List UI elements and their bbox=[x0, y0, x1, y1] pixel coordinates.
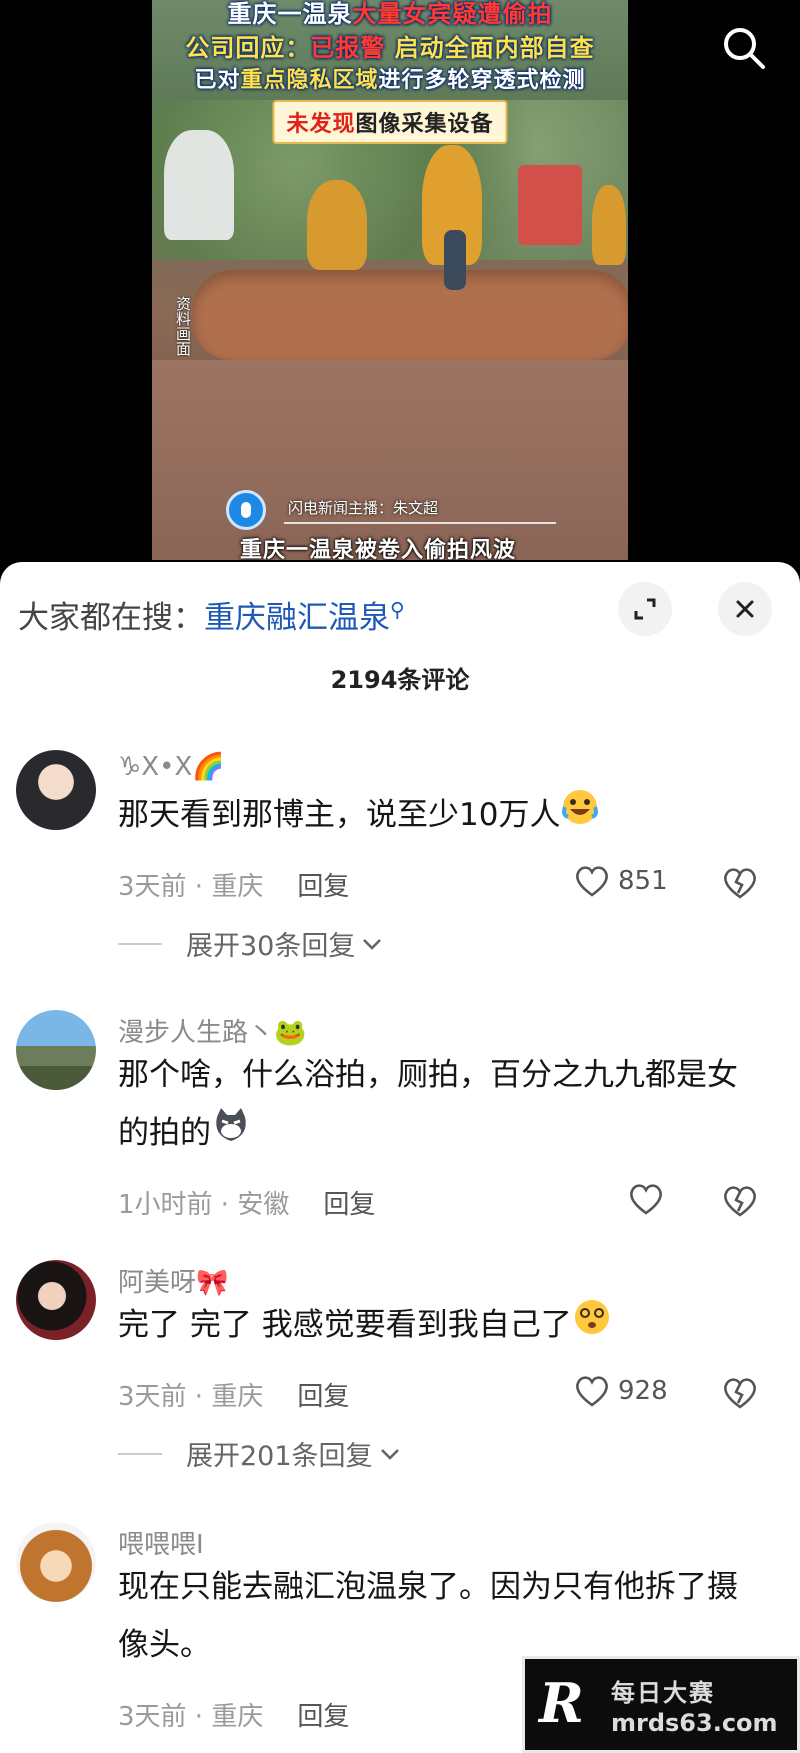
comment-author[interactable]: 漫步人生路丶🐸 bbox=[118, 1012, 306, 1049]
scene-pool bbox=[192, 270, 628, 360]
search-button[interactable] bbox=[716, 20, 772, 76]
broken-heart-icon bbox=[724, 868, 756, 899]
video-caption-line2: 公司回应：已报警 启动全面内部自查 bbox=[185, 34, 595, 62]
search-icon: ⚲ bbox=[390, 597, 405, 622]
comment-author[interactable]: 阿美呀🎀 bbox=[118, 1262, 228, 1299]
dislike-button[interactable] bbox=[722, 1184, 758, 1222]
video-subtitle: 重庆一温泉被卷入偷拍风波 bbox=[240, 538, 517, 563]
divider bbox=[118, 942, 162, 945]
scene-person bbox=[444, 230, 466, 290]
watermark-logo: R bbox=[539, 1671, 584, 1735]
trending-search-link[interactable]: 重庆融汇温泉 bbox=[204, 600, 390, 636]
broken-heart-icon bbox=[724, 1186, 756, 1217]
reply-button[interactable]: 回复 bbox=[297, 872, 349, 902]
comment-text: 那天看到那博主，说至少10万人 bbox=[118, 786, 758, 846]
like-count: 851 bbox=[618, 866, 668, 896]
fullscreen-button[interactable] bbox=[618, 582, 672, 636]
microphone-icon bbox=[226, 490, 266, 530]
comment-text: 完了 完了 我感觉要看到我自己了 bbox=[118, 1296, 758, 1356]
scene-deck bbox=[152, 360, 628, 560]
scene-gourd-statue bbox=[307, 180, 367, 270]
reply-button[interactable]: 回复 bbox=[297, 1382, 349, 1412]
comment-sheet: 大家都在搜：重庆融汇温泉⚲ 2194条评论 ♑X•X🌈 那天看到那博主，说至少1… bbox=[0, 562, 800, 1753]
comment-author[interactable]: ♑X•X🌈 bbox=[118, 752, 225, 782]
expand-replies-button[interactable]: 展开201条回复 bbox=[118, 1434, 403, 1473]
scene-red-drum bbox=[518, 165, 582, 245]
video-frame: 重庆一温泉大量女宾疑遭偷拍 公司回应：已报警 启动全面内部自查 已对重点隐私区域… bbox=[152, 0, 628, 560]
dislike-button[interactable] bbox=[722, 866, 758, 904]
expand-icon bbox=[634, 598, 656, 620]
broken-heart-icon bbox=[724, 1378, 756, 1409]
expand-replies-button[interactable]: 展开30条回复 bbox=[118, 924, 385, 963]
close-icon bbox=[736, 600, 754, 618]
video-player[interactable]: 重庆一温泉大量女宾疑遭偷拍 公司回应：已报警 启动全面内部自查 已对重点隐私区域… bbox=[0, 0, 800, 570]
chevron-down-icon bbox=[363, 938, 382, 950]
comment-time-location: 1小时前 · 安徽 bbox=[118, 1190, 290, 1220]
heart-icon bbox=[630, 1184, 662, 1215]
comment-meta: 3天前 · 重庆 回复 bbox=[118, 1376, 349, 1413]
dizzy-face-emoji-icon bbox=[572, 1297, 612, 1356]
crying-laugh-emoji-icon bbox=[560, 787, 600, 846]
dislike-button[interactable] bbox=[722, 1376, 758, 1414]
close-button[interactable] bbox=[718, 582, 772, 636]
site-watermark: R 每日大赛 mrds63.com bbox=[522, 1656, 800, 1753]
like-button[interactable] bbox=[628, 1182, 664, 1216]
comment-meta: 3天前 · 重庆 回复 bbox=[118, 1696, 349, 1733]
video-caption-line1: 重庆一温泉大量女宾疑遭偷拍 bbox=[227, 0, 553, 28]
like-button[interactable]: 851 bbox=[574, 864, 668, 898]
video-caption-line3: 已对重点隐私区域进行多轮穿透式检测 bbox=[194, 68, 586, 93]
trending-search-label: 大家都在搜： bbox=[18, 600, 204, 636]
divider bbox=[284, 522, 556, 524]
watermark-url: mrds63.com bbox=[611, 1709, 778, 1737]
heart-icon bbox=[576, 866, 608, 897]
heart-icon bbox=[576, 1376, 608, 1407]
avatar[interactable] bbox=[16, 1260, 96, 1340]
watermark-title: 每日大赛 bbox=[611, 1679, 715, 1707]
avatar[interactable] bbox=[16, 1522, 96, 1602]
comment-time-location: 3天前 · 重庆 bbox=[118, 1382, 264, 1412]
comment-meta: 1小时前 · 安徽 回复 bbox=[118, 1184, 375, 1221]
comment-time-location: 3天前 · 重庆 bbox=[118, 1702, 264, 1732]
comment-meta: 3天前 · 重庆 回复 bbox=[118, 866, 349, 903]
news-anchor-label: 闪电新闻主播：朱文超 bbox=[288, 499, 439, 517]
comment-text: 那个啥，什么浴拍，厕拍，百分之九九都是女的拍的 bbox=[118, 1046, 758, 1164]
video-caption-highlight: 未发现图像采集设备 bbox=[272, 100, 508, 144]
comment-time-location: 3天前 · 重庆 bbox=[118, 872, 264, 902]
search-icon bbox=[724, 28, 765, 69]
chevron-down-icon bbox=[380, 1448, 399, 1460]
avatar[interactable] bbox=[16, 750, 96, 830]
comment-author[interactable]: 喂喂喂I bbox=[118, 1524, 204, 1561]
archive-footage-tag: 资料画面 bbox=[174, 296, 192, 356]
like-count: 928 bbox=[618, 1376, 668, 1406]
reply-button[interactable]: 回复 bbox=[323, 1190, 375, 1220]
comment-count: 2194条评论 bbox=[330, 666, 470, 694]
divider bbox=[118, 1452, 162, 1455]
avatar[interactable] bbox=[16, 1010, 96, 1090]
like-button[interactable]: 928 bbox=[574, 1374, 668, 1408]
scene-cloth bbox=[164, 130, 234, 240]
scene-gourd-statue bbox=[592, 185, 626, 265]
cat-emoji-icon bbox=[211, 1105, 251, 1164]
reply-button[interactable]: 回复 bbox=[297, 1702, 349, 1732]
trending-search: 大家都在搜：重庆融汇温泉⚲ bbox=[18, 592, 405, 637]
